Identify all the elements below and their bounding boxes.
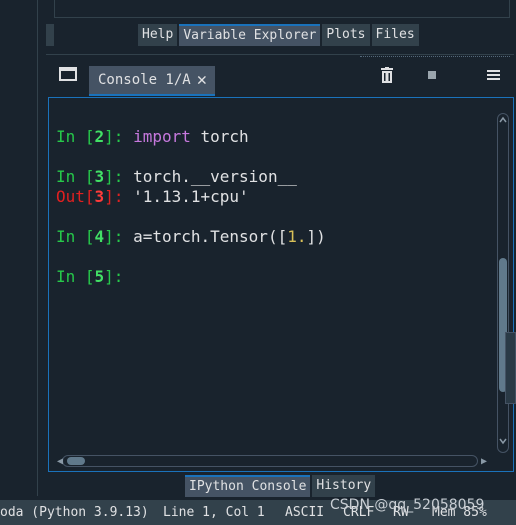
scroll-right-icon[interactable]: ▶ [481, 456, 487, 467]
scroll-up-icon[interactable] [499, 116, 507, 124]
tab-history[interactable]: History [312, 475, 376, 497]
browse-tabs-icon[interactable] [59, 67, 77, 81]
console-input-line[interactable]: In [5]: [56, 267, 133, 286]
editor-pane-edge [0, 0, 38, 496]
status-interpreter[interactable]: oda (Python 3.9.13) [0, 500, 149, 525]
tab-ipython-console[interactable]: IPython Console [185, 475, 311, 497]
trash-icon[interactable] [380, 67, 394, 83]
top-tab-bar: Help Variable Explorer Plots Files [138, 24, 419, 46]
status-encoding: ASCII [285, 505, 325, 520]
console-line: In [2]: import torch [56, 127, 249, 146]
console-tab-label: Console 1/A [98, 72, 191, 88]
stop-icon[interactable] [428, 71, 436, 79]
tab-variable-explorer[interactable]: Variable Explorer [179, 24, 321, 46]
side-panel-edge [505, 332, 516, 404]
horizontal-scrollbar[interactable] [62, 455, 478, 467]
close-icon[interactable]: ✕ [197, 66, 207, 94]
pane-drag-handle[interactable] [360, 56, 510, 57]
top-pane-content [54, 0, 510, 18]
status-cursor-position: Line 1, Col 1 [163, 505, 265, 520]
watermark: CSDN @qq_52058059 [330, 497, 485, 513]
tab-console[interactable]: Console 1/A ✕ [89, 66, 215, 96]
tab-help[interactable]: Help [138, 24, 178, 46]
tab-files[interactable]: Files [371, 24, 419, 46]
scroll-down-icon[interactable] [499, 437, 507, 445]
tab-plots[interactable]: Plots [322, 24, 370, 46]
console-line: In [4]: a=torch.Tensor([1.]) [56, 227, 326, 246]
menu-icon[interactable] [487, 70, 500, 80]
scroll-left-icon[interactable]: ◀ [57, 456, 63, 467]
console-output-line: Out[3]: '1.13.1+cpu' [56, 187, 249, 206]
console-line: In [3]: torch.__version__ [56, 167, 297, 186]
bottom-tab-bar: IPython Console History [185, 475, 376, 497]
horizontal-scroll-thumb[interactable] [67, 457, 85, 465]
